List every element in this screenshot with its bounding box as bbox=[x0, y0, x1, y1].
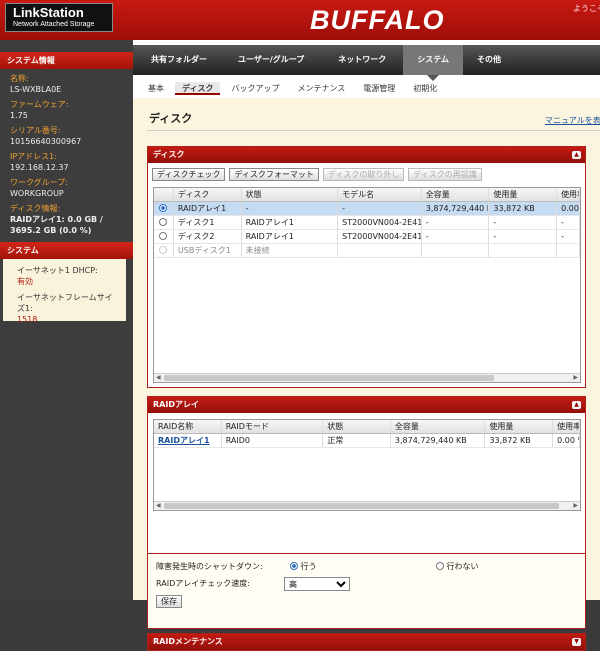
raid-maintenance-header[interactable]: RAIDメンテナンス ▼ bbox=[148, 634, 585, 650]
page-title: ディスク bbox=[149, 112, 193, 125]
disk-remove-button[interactable]: ディスクの取り外し bbox=[322, 168, 405, 181]
subtab-basic[interactable]: 基本 bbox=[141, 82, 171, 95]
tab-users-groups[interactable]: ユーザー/グループ bbox=[221, 45, 321, 75]
radio-button[interactable] bbox=[159, 232, 168, 240]
info-item: 名称: LS-WXBLA0E bbox=[10, 74, 62, 94]
disk-section-header: ディスク ▲ bbox=[148, 147, 585, 163]
disk-section: ディスク ▲ ディスクチェック ディスクフォーマット ディスクの取り外し ディス… bbox=[147, 146, 586, 388]
raid-maintenance-section: RAIDメンテナンス ▼ bbox=[147, 633, 586, 651]
network-status-box: イーサネット1 DHCP: 有効 イーサネットフレームサイズ1: 1518 bbox=[3, 259, 126, 324]
main-area: 共有フォルダー ユーザー/グループ ネットワーク システム その他 基本 ディス… bbox=[133, 40, 600, 651]
check-speed-select[interactable]: 高 bbox=[284, 577, 350, 591]
raid-options: 障害発生時のシャットダウン: 行う 行わない RAIDアレイチェック速度: 高 … bbox=[147, 554, 586, 629]
system-info-list: 名称: LS-WXBLA0E ファームウェア: 1.75 シリアル番号: 101566… bbox=[0, 69, 133, 236]
radio-button[interactable] bbox=[159, 204, 168, 212]
shutdown-row: 障害発生時のシャットダウン: 行う 行わない bbox=[156, 560, 479, 573]
radio-button[interactable] bbox=[159, 218, 168, 226]
tab-other[interactable]: その他 bbox=[463, 45, 515, 75]
manual-link[interactable]: マニュアルを表示 bbox=[545, 115, 600, 126]
subtab-disk[interactable]: ディスク bbox=[175, 82, 221, 95]
horizontal-scrollbar[interactable]: ◀ ▶ bbox=[154, 501, 580, 510]
scroll-right-icon[interactable]: ▶ bbox=[573, 374, 578, 382]
buffalo-logo: BUFFALO bbox=[310, 5, 445, 35]
disk-check-button[interactable]: ディスクチェック bbox=[152, 168, 226, 181]
table-header: ディスク 状態 モデル名 全容量 使用量 使用率 bbox=[154, 188, 580, 202]
scrollbar-thumb[interactable] bbox=[164, 503, 559, 509]
disk-button-row: ディスクチェック ディスクフォーマット ディスクの取り外し ディスクの再認識 bbox=[148, 163, 585, 186]
main-tabs: 共有フォルダー ユーザー/グループ ネットワーク システム その他 bbox=[133, 45, 600, 81]
table-row[interactable]: RAIDアレイ1 - - 3,874,729,440 KB 33,872 KB … bbox=[154, 202, 580, 216]
table-row: USBディスク1 未接続 bbox=[154, 244, 580, 258]
check-speed-row: RAIDアレイチェック速度: 高 bbox=[156, 577, 577, 591]
collapse-icon[interactable]: ▲ bbox=[572, 151, 581, 159]
radio-button bbox=[159, 246, 168, 254]
info-item: ディスク情報: RAIDアレイ1: 0.0 GB / 3695.2 GB (0.0… bbox=[10, 204, 103, 235]
table-header: RAID名称 RAIDモード 状態 全容量 使用量 使用率 bbox=[154, 420, 580, 434]
disk-rescan-button[interactable]: ディスクの再認識 bbox=[408, 168, 482, 181]
shutdown-yes-option[interactable]: 行う bbox=[290, 560, 317, 573]
table-row[interactable]: ディスク1 RAIDアレイ1 ST2000VN004-2E41 - - - bbox=[154, 216, 580, 230]
title-divider bbox=[147, 130, 600, 131]
collapse-icon[interactable]: ▲ bbox=[572, 401, 581, 409]
system-header: システム bbox=[0, 242, 133, 259]
top-bar: LinkStation Network Attached Storage BUF… bbox=[0, 0, 600, 44]
welcome-text: ようこそ bbox=[573, 4, 600, 13]
linkstation-logo: LinkStation Network Attached Storage bbox=[5, 3, 113, 32]
system-info-header: システム情報 bbox=[0, 52, 133, 69]
scrollbar-thumb[interactable] bbox=[164, 375, 494, 381]
scroll-left-icon[interactable]: ◀ bbox=[156, 502, 161, 510]
subtab-init[interactable]: 初期化 bbox=[406, 82, 444, 95]
scroll-right-icon[interactable]: ▶ bbox=[573, 502, 578, 510]
table-row[interactable]: ディスク2 RAIDアレイ1 ST2000VN004-2E41 - - - bbox=[154, 230, 580, 244]
info-item: IPアドレス1: 192.168.12.37 bbox=[10, 152, 69, 172]
tab-shared-folders[interactable]: 共有フォルダー bbox=[137, 45, 221, 75]
sidebar: システム情報 名称: LS-WXBLA0E ファームウェア: 1.75 シリアル番号… bbox=[0, 40, 133, 600]
table-row: RAIDアレイ1 RAID0 正常 3,874,729,440 KB 33,87… bbox=[154, 434, 580, 448]
subtab-power[interactable]: 電源管理 bbox=[356, 82, 402, 95]
sub-tabs: 基本 ディスク バックアップ メンテナンス 電源管理 初期化 bbox=[133, 82, 600, 98]
expand-icon[interactable]: ▼ bbox=[572, 638, 581, 646]
scroll-left-icon[interactable]: ◀ bbox=[156, 374, 161, 382]
tab-system[interactable]: システム bbox=[403, 45, 464, 81]
info-item: ファームウェア: 1.75 bbox=[10, 100, 69, 120]
horizontal-scrollbar[interactable]: ◀ ▶ bbox=[154, 373, 580, 382]
content-area: ディスク マニュアルを表示 ディスク ▲ ディスクチェック ディスクフォーマット… bbox=[133, 98, 600, 651]
shutdown-no-option[interactable]: 行わない bbox=[436, 560, 479, 573]
subtab-maintenance[interactable]: メンテナンス bbox=[290, 82, 352, 95]
info-item: シリアル番号: 10156640300967 bbox=[10, 126, 82, 146]
raid-section-header: RAIDアレイ ▲ bbox=[148, 397, 585, 413]
tab-network[interactable]: ネットワーク bbox=[321, 45, 403, 75]
raid-section: RAIDアレイ ▲ RAID名称 RAIDモード 状態 全容量 使用量 使用率 … bbox=[147, 396, 586, 554]
disk-format-button[interactable]: ディスクフォーマット bbox=[229, 168, 319, 181]
save-button[interactable]: 保存 bbox=[156, 595, 182, 608]
subtab-backup[interactable]: バックアップ bbox=[224, 82, 286, 95]
raid-array-link[interactable]: RAIDアレイ1 bbox=[158, 436, 210, 445]
disk-table: ディスク 状態 モデル名 全容量 使用量 使用率 RAIDアレイ1 - - 3,… bbox=[153, 187, 581, 383]
raid-table: RAID名称 RAIDモード 状態 全容量 使用量 使用率 RAIDアレイ1 R… bbox=[153, 419, 581, 511]
info-item: ワークグループ: WORKGROUP bbox=[10, 178, 68, 198]
